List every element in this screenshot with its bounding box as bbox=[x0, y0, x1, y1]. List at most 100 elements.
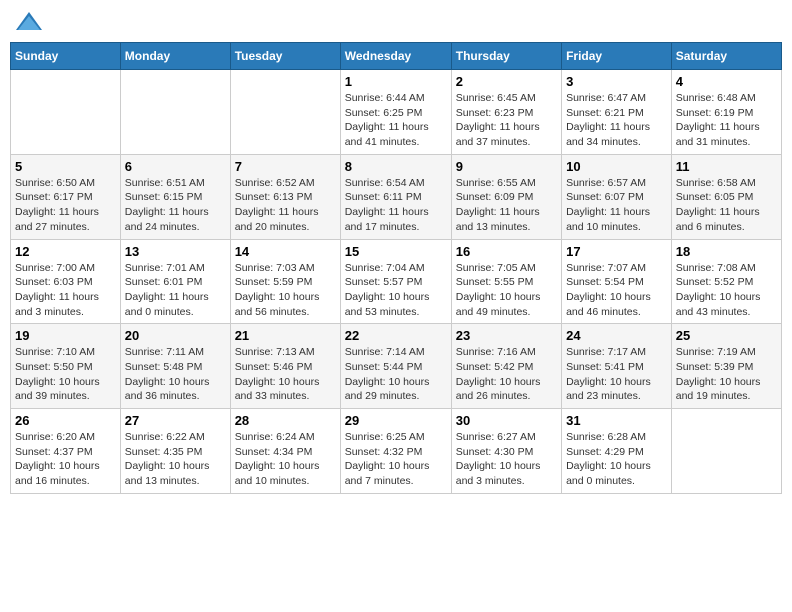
sunrise-text: Sunrise: 6:58 AM bbox=[676, 177, 756, 189]
calendar-header-row: SundayMondayTuesdayWednesdayThursdayFrid… bbox=[11, 43, 782, 70]
calendar-day-cell: 2 Sunrise: 6:45 AM Sunset: 6:23 PM Daylight… bbox=[451, 70, 561, 155]
sunset-text: Sunset: 6:11 PM bbox=[345, 191, 422, 203]
day-number: 16 bbox=[456, 244, 557, 259]
day-number: 21 bbox=[235, 328, 336, 343]
calendar-day-cell: 16Sunrise: 7:05 AMSunset: 5:55 PMDayligh… bbox=[451, 239, 561, 324]
sunset-text: Sunset: 5:54 PM bbox=[566, 276, 644, 288]
day-content: Sunrise: 6:52 AMSunset: 6:13 PMDaylight:… bbox=[235, 176, 336, 235]
daylight-text: Daylight: 11 hours and 34 minutes. bbox=[566, 121, 650, 148]
calendar-week-row: 1Sunrise: 6:44 AMSunset: 6:25 PMDaylight… bbox=[11, 70, 782, 155]
calendar-day-cell: 6Sunrise: 6:51 AMSunset: 6:15 PMDaylight… bbox=[120, 154, 230, 239]
sunrise-text: Sunrise: 6:48 AM bbox=[676, 92, 756, 104]
day-content: Sunrise: 7:07 AMSunset: 5:54 PMDaylight:… bbox=[566, 261, 667, 320]
daylight-text: Daylight: 10 hours and 10 minutes. bbox=[235, 460, 320, 487]
day-number: 7 bbox=[235, 159, 336, 174]
calendar-day-cell: 31Sunrise: 6:28 AMSunset: 4:29 PMDayligh… bbox=[562, 409, 672, 494]
sunrise-text: Sunrise: 6:57 AM bbox=[566, 177, 646, 189]
daylight-text: Daylight: 11 hours and 41 minutes. bbox=[345, 121, 429, 148]
day-content: Sunrise: 6:24 AMSunset: 4:34 PMDaylight:… bbox=[235, 430, 336, 489]
sunrise-text: Sunrise: 7:10 AM bbox=[15, 346, 95, 358]
calendar-day-cell: 11Sunrise: 6:58 AMSunset: 6:05 PMDayligh… bbox=[671, 154, 781, 239]
sunrise-text: Sunrise: 6:28 AM bbox=[566, 431, 646, 443]
day-of-week-header: Friday bbox=[562, 43, 672, 70]
daylight-text: Daylight: 11 hours and 20 minutes. bbox=[235, 206, 319, 233]
sunrise-text: Sunrise: 7:11 AM bbox=[125, 346, 204, 358]
day-content: Sunrise: 6:44 AMSunset: 6:25 PMDaylight:… bbox=[345, 91, 447, 150]
daylight-text: Daylight: 10 hours and 33 minutes. bbox=[235, 376, 320, 403]
day-number: 3 bbox=[566, 74, 667, 89]
day-number: 11 bbox=[676, 159, 777, 174]
day-content: Sunrise: 6:54 AMSunset: 6:11 PMDaylight:… bbox=[345, 176, 447, 235]
sunrise-text: Sunrise: 6:47 AM bbox=[566, 92, 646, 104]
day-number: 25 bbox=[676, 328, 777, 343]
day-number: 19 bbox=[15, 328, 116, 343]
day-of-week-header: Sunday bbox=[11, 43, 121, 70]
calendar-day-cell: 25Sunrise: 7:19 AMSunset: 5:39 PMDayligh… bbox=[671, 324, 781, 409]
day-number: 28 bbox=[235, 413, 336, 428]
sunset-text: Sunset: 5:52 PM bbox=[676, 276, 754, 288]
calendar-week-row: 5Sunrise: 6:50 AMSunset: 6:17 PMDaylight… bbox=[11, 154, 782, 239]
calendar-day-cell: 10Sunrise: 6:57 AMSunset: 6:07 PMDayligh… bbox=[562, 154, 672, 239]
day-number: 8 bbox=[345, 159, 447, 174]
calendar-day-cell bbox=[11, 70, 121, 155]
sunrise-text: Sunrise: 6:25 AM bbox=[345, 431, 425, 443]
daylight-text: Daylight: 10 hours and 19 minutes. bbox=[676, 376, 761, 403]
daylight-text: Daylight: 11 hours and 31 minutes. bbox=[676, 121, 760, 148]
page-header bbox=[10, 10, 782, 34]
calendar-week-row: 26Sunrise: 6:20 AMSunset: 4:37 PMDayligh… bbox=[11, 409, 782, 494]
sunset-text: Sunset: 6:17 PM bbox=[15, 191, 93, 203]
day-number: 5 bbox=[15, 159, 116, 174]
sunset-text: Sunset: 6:01 PM bbox=[125, 276, 203, 288]
sunset-text: Sunset: 6:23 PM bbox=[456, 107, 534, 119]
calendar-day-cell: 28 Sunrise: 6:24 AMSunset: 4:34 PMDayligh… bbox=[230, 409, 340, 494]
logo bbox=[14, 10, 48, 34]
sunset-text: Sunset: 6:19 PM bbox=[676, 107, 754, 119]
day-content: Sunrise: 7:10 AMSunset: 5:50 PMDaylight:… bbox=[15, 345, 116, 404]
calendar-day-cell: 1Sunrise: 6:44 AMSunset: 6:25 PMDaylight… bbox=[340, 70, 451, 155]
sunset-text: Sunset: 5:44 PM bbox=[345, 361, 423, 373]
day-number: 22 bbox=[345, 328, 447, 343]
day-content: Sunrise: 7:16 AMSunset: 5:42 PMDaylight:… bbox=[456, 345, 557, 404]
day-content: Sunrise: 6:27 AMSunset: 4:30 PMDaylight:… bbox=[456, 430, 557, 489]
day-number: 29 bbox=[345, 413, 447, 428]
day-number: 13 bbox=[125, 244, 226, 259]
calendar-day-cell: 26Sunrise: 6:20 AMSunset: 4:37 PMDayligh… bbox=[11, 409, 121, 494]
day-number: 27 bbox=[125, 413, 226, 428]
daylight-text: Daylight: 10 hours and 13 minutes. bbox=[125, 460, 210, 487]
sunrise-text: Sunrise: 7:13 AM bbox=[235, 346, 315, 358]
calendar-day-cell: 24Sunrise: 7:17 AMSunset: 5:41 PMDayligh… bbox=[562, 324, 672, 409]
daylight-text: Daylight: 10 hours and 39 minutes. bbox=[15, 376, 100, 403]
sunset-text: Sunset: 6:25 PM bbox=[345, 107, 423, 119]
daylight-text: Daylight: 10 hours and 0 minutes. bbox=[566, 460, 651, 487]
day-of-week-header: Wednesday bbox=[340, 43, 451, 70]
day-content: Sunrise: 6:22 AM Sunset: 4:35 PM Daylight:… bbox=[125, 430, 226, 489]
calendar-day-cell: 30Sunrise: 6:27 AMSunset: 4:30 PMDayligh… bbox=[451, 409, 561, 494]
daylight-text: Daylight: 11 hours and 37 minutes. bbox=[456, 121, 540, 148]
sunrise-text: Sunrise: 7:19 AM bbox=[676, 346, 756, 358]
sunrise-text: Sunrise: 7:04 AM bbox=[345, 262, 425, 274]
sunrise-text: Sunrise: 6:22 AM bbox=[125, 431, 205, 443]
daylight-text: Daylight: 10 hours and 36 minutes. bbox=[125, 376, 210, 403]
day-content: Sunrise: 6:55 AMSunset: 6:09 PMDaylight:… bbox=[456, 176, 557, 235]
daylight-text: Daylight: 10 hours and 16 minutes. bbox=[15, 460, 100, 487]
daylight-text: Daylight: 10 hours and 23 minutes. bbox=[566, 376, 651, 403]
daylight-text: Daylight: 10 hours and 3 minutes. bbox=[456, 460, 541, 487]
day-number: 2 bbox=[456, 74, 557, 89]
calendar-day-cell bbox=[671, 409, 781, 494]
daylight-text: Daylight: 10 hours and 29 minutes. bbox=[345, 376, 430, 403]
day-content: Sunrise: 6:25 AMSunset: 4:32 PMDaylight:… bbox=[345, 430, 447, 489]
calendar-day-cell: 7 Sunrise: 6:52 AMSunset: 6:13 PMDaylight… bbox=[230, 154, 340, 239]
day-number: 31 bbox=[566, 413, 667, 428]
day-content: Sunrise: 7:04 AMSunset: 5:57 PMDaylight:… bbox=[345, 261, 447, 320]
sunset-text: Sunset: 5:42 PM bbox=[456, 361, 534, 373]
calendar-day-cell: 14Sunrise: 7:03 AMSunset: 5:59 PMDayligh… bbox=[230, 239, 340, 324]
calendar-day-cell: 27 Sunrise: 6:22 AM Sunset: 4:35 PM Dayligh… bbox=[120, 409, 230, 494]
sunset-text: Sunset: 4:35 PM bbox=[125, 446, 203, 458]
sunrise-text: Sunrise: 6:45 AM bbox=[456, 92, 536, 104]
calendar-table: SundayMondayTuesdayWednesdayThursdayFrid… bbox=[10, 42, 782, 494]
day-content: Sunrise: 7:17 AMSunset: 5:41 PMDaylight:… bbox=[566, 345, 667, 404]
sunset-text: Sunset: 5:48 PM bbox=[125, 361, 203, 373]
day-number: 26 bbox=[15, 413, 116, 428]
sunset-text: Sunset: 5:57 PM bbox=[345, 276, 423, 288]
calendar-week-row: 12Sunrise: 7:00 AMSunset: 6:03 PMDayligh… bbox=[11, 239, 782, 324]
